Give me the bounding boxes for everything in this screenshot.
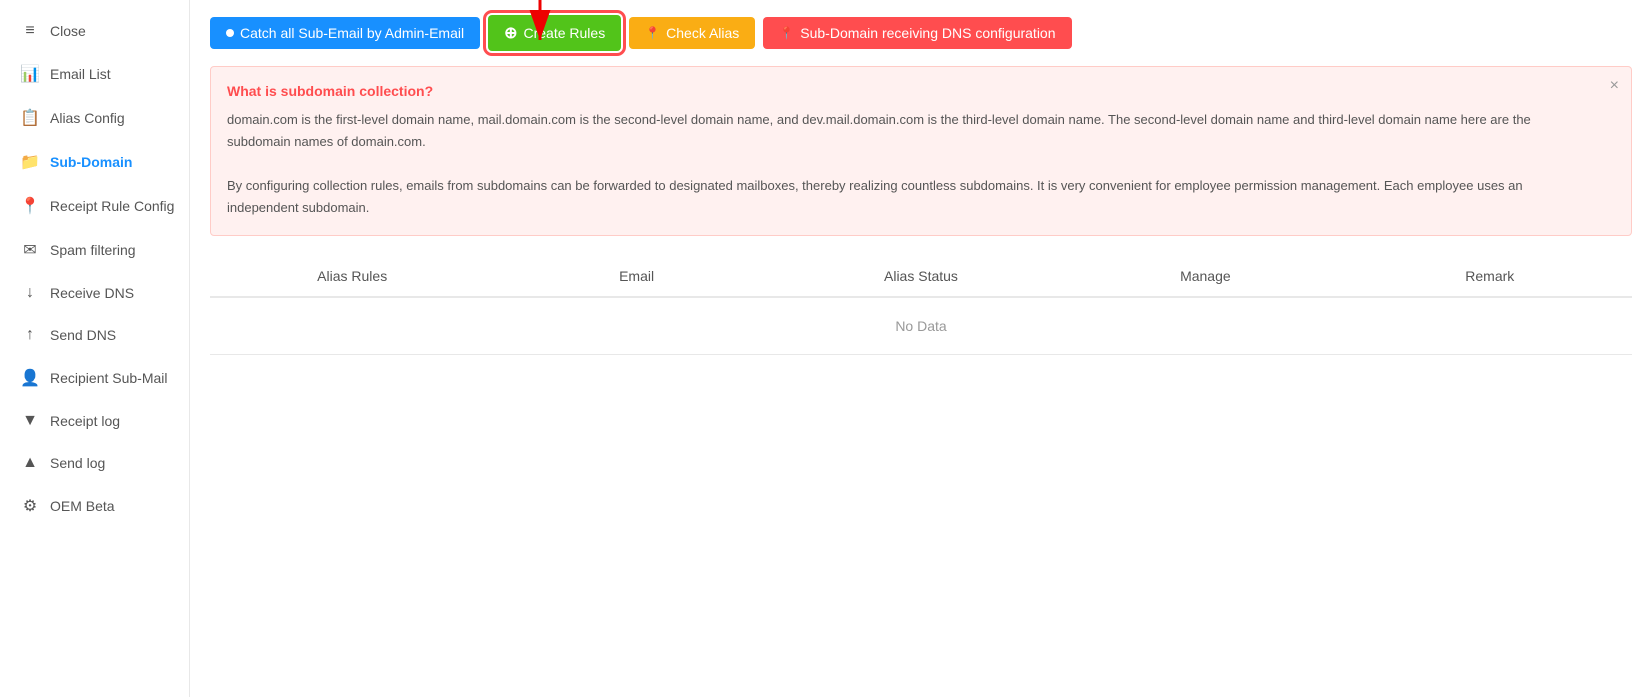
close-icon: ≡ (20, 22, 40, 40)
col-alias-status: Alias Status (779, 256, 1063, 297)
plus-icon: ⊕ (504, 23, 517, 43)
sidebar-item-sub-domain[interactable]: 📁 Sub-Domain (0, 140, 189, 184)
email-list-label: Email List (50, 66, 111, 82)
sidebar-item-receipt-log[interactable]: ▼ Receipt log (0, 400, 189, 442)
recipient-sub-mail-label: Recipient Sub-Mail (50, 370, 168, 386)
info-box-title: What is subdomain collection? (227, 83, 1595, 99)
create-rules-button[interactable]: ⊕ Create Rules (488, 15, 621, 51)
info-paragraph-1: domain.com is the first-level domain nam… (227, 109, 1595, 153)
sidebar-item-oem-beta[interactable]: ⚙ OEM Beta (0, 484, 189, 528)
col-alias-rules: Alias Rules (210, 256, 494, 297)
sidebar-item-send-dns[interactable]: ↑ Send DNS (0, 314, 189, 356)
col-remark: Remark (1348, 256, 1632, 297)
send-dns-icon: ↑ (20, 326, 40, 344)
receive-dns-icon: ↓ (20, 284, 40, 302)
recipient-sub-mail-icon: 👤 (20, 368, 40, 388)
sidebar-item-send-log[interactable]: ▲ Send log (0, 442, 189, 484)
spam-filtering-label: Spam filtering (50, 242, 136, 258)
alias-config-label: Alias Config (50, 110, 125, 126)
oem-beta-label: OEM Beta (50, 498, 115, 514)
sidebar-item-receipt-rule-config[interactable]: 📍 Receipt Rule Config (0, 184, 189, 228)
col-email: Email (494, 256, 778, 297)
info-box: What is subdomain collection? domain.com… (210, 66, 1632, 236)
toolbar: Catch all Sub-Email by Admin-Email ⊕ Cre… (210, 15, 1632, 51)
sidebar-item-receive-dns[interactable]: ↓ Receive DNS (0, 272, 189, 314)
info-paragraph-2: By configuring collection rules, emails … (227, 175, 1595, 219)
send-log-icon: ▲ (20, 454, 40, 472)
table-container: Alias Rules Email Alias Status Manage Re… (210, 256, 1632, 682)
info-box-body: domain.com is the first-level domain nam… (227, 109, 1595, 219)
sidebar-item-recipient-sub-mail[interactable]: 👤 Recipient Sub-Mail (0, 356, 189, 400)
receipt-rule-config-icon: 📍 (20, 196, 40, 216)
no-data-row: No Data (210, 297, 1632, 355)
check-alias-button[interactable]: 📍 Check Alias (629, 17, 755, 49)
alias-config-icon: 📋 (20, 108, 40, 128)
close-label: Close (50, 23, 86, 39)
sidebar-item-spam-filtering[interactable]: ✉ Spam filtering (0, 228, 189, 272)
pin-icon-red: 📍 (779, 26, 794, 40)
receipt-rule-config-label: Receipt Rule Config (50, 198, 175, 214)
receive-dns-label: Receive DNS (50, 285, 134, 301)
col-manage: Manage (1063, 256, 1347, 297)
alias-table: Alias Rules Email Alias Status Manage Re… (210, 256, 1632, 355)
dot-icon (226, 29, 234, 37)
receipt-log-label: Receipt log (50, 413, 120, 429)
sidebar-item-email-list[interactable]: 📊 Email List (0, 52, 189, 96)
sub-domain-dns-button[interactable]: 📍 Sub-Domain receiving DNS configuration (763, 17, 1071, 49)
oem-beta-icon: ⚙ (20, 496, 40, 516)
table-header: Alias Rules Email Alias Status Manage Re… (210, 256, 1632, 297)
email-list-icon: 📊 (20, 64, 40, 84)
info-box-close-button[interactable]: × (1610, 77, 1619, 95)
no-data-cell: No Data (210, 297, 1632, 355)
main-content: Catch all Sub-Email by Admin-Email ⊕ Cre… (190, 0, 1652, 697)
table-body: No Data (210, 297, 1632, 355)
sidebar-item-alias-config[interactable]: 📋 Alias Config (0, 96, 189, 140)
send-log-label: Send log (50, 455, 105, 471)
sub-domain-icon: 📁 (20, 152, 40, 172)
sub-domain-label: Sub-Domain (50, 154, 132, 170)
sidebar-item-close[interactable]: ≡ Close (0, 10, 189, 52)
spam-filtering-icon: ✉ (20, 240, 40, 260)
receipt-log-icon: ▼ (20, 412, 40, 430)
pin-icon-yellow: 📍 (645, 26, 660, 40)
catch-all-button[interactable]: Catch all Sub-Email by Admin-Email (210, 17, 480, 49)
send-dns-label: Send DNS (50, 327, 116, 343)
sidebar: ≡ Close 📊 Email List 📋 Alias Config 📁 Sub-Domai… (0, 0, 190, 697)
